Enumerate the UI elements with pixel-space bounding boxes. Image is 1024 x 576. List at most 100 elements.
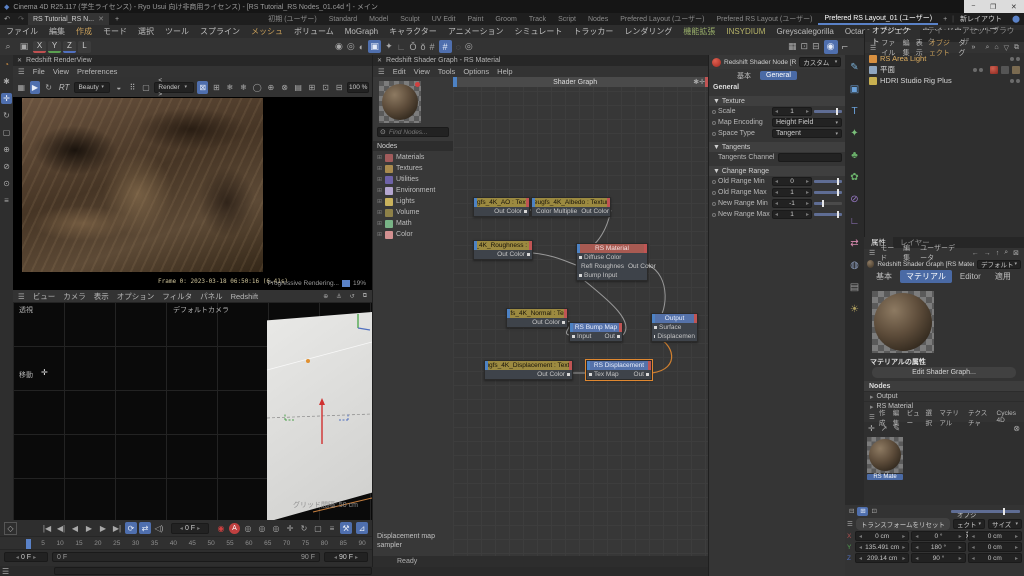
menu-item[interactable]: ボリューム	[294, 26, 334, 37]
node-rs-bump-map[interactable]: RS Bump Map InputOut	[569, 322, 623, 342]
category-textures[interactable]: ⊞Textures	[373, 163, 453, 174]
rot-z-field[interactable]: ◂90 °▸	[911, 553, 965, 563]
menu-item[interactable]: メッシュ	[251, 26, 283, 37]
pos-z-field[interactable]: ◂209.14 cm▸	[855, 553, 909, 563]
dither-icon[interactable]: ⠿	[127, 81, 138, 94]
layout-grid-icon[interactable]: ⊞	[857, 507, 868, 516]
sg-menu[interactable]: View	[414, 67, 430, 76]
key-mode-icon[interactable]: ⚒	[340, 522, 352, 534]
workplane-mode-icon[interactable]: ∟	[397, 42, 406, 52]
back-icon[interactable]: ←	[972, 250, 979, 257]
expand-icon[interactable]: ⊞	[377, 176, 382, 183]
menu-item[interactable]: シミュレート	[515, 26, 563, 37]
load-material-icon[interactable]: ↗	[881, 424, 888, 433]
pos-x-field[interactable]: ◂0 cm▸	[855, 531, 909, 541]
new-range-max-slider[interactable]	[814, 213, 842, 216]
camera-object-icon[interactable]: ▤	[848, 281, 861, 294]
in-port[interactable]	[572, 335, 575, 338]
viewport-anchor-icon[interactable]: ⚓	[336, 293, 341, 300]
layout-tab[interactable]: Model	[363, 16, 394, 23]
reset-transform-button[interactable]: トランスフォームをリセット	[856, 518, 950, 530]
command-input[interactable]	[54, 567, 372, 575]
material-preview-large[interactable]	[872, 291, 934, 353]
snapshot-icon[interactable]: ❄	[225, 81, 236, 94]
lock-y-icon[interactable]: ŏ	[421, 42, 426, 52]
node-rs-material[interactable]: RS Material Diffuse Color Refl RoughnesO…	[576, 243, 648, 281]
grid-overlay-icon[interactable]: ⊞	[211, 81, 222, 94]
graph-tab-label[interactable]: Shader Graph	[457, 79, 693, 86]
tab-am-material[interactable]: マテリアル	[900, 270, 952, 283]
playhead[interactable]	[26, 539, 31, 549]
out-port[interactable]	[567, 373, 570, 376]
in-port[interactable]	[589, 373, 592, 376]
layout-tab[interactable]: Nodes	[582, 16, 614, 23]
anim-dot[interactable]	[712, 110, 716, 114]
sg-menu[interactable]: Tools	[438, 67, 456, 76]
tab-am-assign[interactable]: 適用	[989, 270, 1017, 283]
coord-mode-dropdown[interactable]: オブジェクト(相対)▾	[953, 519, 985, 529]
prev-key-icon[interactable]: ◀|	[55, 522, 67, 534]
menu-item[interactable]: モード	[103, 26, 127, 37]
node-roughness-texture[interactable]: eugfs_4K_Roughness : Textur Out Color	[473, 240, 533, 260]
rv-menu-file[interactable]: File	[33, 67, 45, 76]
layout-tab-active[interactable]: Prefered RS Layout_01 (ユーザー)	[818, 13, 938, 25]
unpin-icon[interactable]: ✕	[17, 57, 22, 64]
home-icon[interactable]: ⌂	[994, 44, 998, 51]
material-name-label[interactable]: RS Mate	[867, 474, 903, 480]
phong-tag-icon[interactable]	[1001, 66, 1009, 74]
layout-tab[interactable]: 初期 (ユーザー)	[262, 14, 322, 24]
mode-texture-icon[interactable]: ◐	[359, 42, 364, 52]
delete-icon[interactable]: ⊗	[1013, 424, 1020, 433]
menu-item[interactable]: ファイル	[6, 26, 38, 37]
y-lock-icon[interactable]: ⊘	[1, 161, 12, 172]
new-range-max-field[interactable]: ◂1▸	[772, 210, 812, 219]
anim-dot[interactable]	[712, 213, 716, 217]
rot-x-field[interactable]: ◂0 °▸	[911, 531, 965, 541]
focus-picker-icon[interactable]: ⊕	[266, 81, 277, 94]
swap-icon[interactable]: ⇄	[848, 237, 861, 250]
shadergraph-canvas[interactable]: eugfs_4K_AO : Textur Out Color eugfs_4K_…	[453, 77, 709, 556]
tab-am-basic[interactable]: 基本	[870, 270, 898, 283]
out-port[interactable]	[527, 253, 530, 256]
expand-icon[interactable]: ⊞	[377, 209, 382, 216]
zoom-level[interactable]: 100 %	[347, 82, 369, 93]
minimize-button[interactable]: −	[971, 3, 975, 10]
mode-edges-icon[interactable]: ✦	[385, 41, 393, 52]
redshift-renderview-icon[interactable]: ◉	[824, 40, 838, 54]
fit-view-icon[interactable]: ⊗	[279, 81, 290, 94]
keyframe-diamond-icon[interactable]: ◇	[4, 522, 17, 535]
vp-menu[interactable]: パネル	[200, 291, 223, 302]
panel-detach-icon[interactable]: ⧉	[1014, 44, 1019, 52]
deformer-icon[interactable]: ⊘	[848, 193, 861, 206]
light-object-icon[interactable]: ☀	[848, 303, 861, 316]
om-menu[interactable]: オブジェクト	[929, 38, 953, 58]
category-color[interactable]: ⊞Color	[373, 229, 453, 240]
in-port[interactable]	[579, 256, 582, 259]
category-materials[interactable]: ⊞Materials	[373, 152, 453, 163]
start-ipr-icon[interactable]: ▶	[30, 81, 41, 94]
key-pla-icon[interactable]: ≡	[326, 522, 338, 534]
goto-end-icon[interactable]: ▶|	[111, 522, 123, 534]
camera-label[interactable]: デフォルトカメラ	[173, 305, 229, 315]
range-end-field[interactable]: ◂90 F▸	[324, 552, 368, 562]
undo-icon[interactable]: ↶	[0, 15, 14, 23]
texture-tag-icon[interactable]	[1012, 66, 1020, 74]
up-icon[interactable]: ↑	[996, 250, 1000, 257]
next-frame-icon[interactable]: ▶	[97, 522, 109, 534]
keyframe-selection-icon[interactable]: ◎	[242, 522, 254, 534]
ui-scale-slider[interactable]	[951, 510, 1020, 513]
layout-tab[interactable]: Track	[523, 16, 552, 23]
menu-item[interactable]: スプライン	[200, 26, 240, 37]
in-port[interactable]	[654, 335, 655, 338]
tangents-channel-field[interactable]	[778, 153, 842, 162]
out-port[interactable]	[617, 335, 620, 338]
sg-menu[interactable]: Options	[463, 67, 489, 76]
viewport-maximize-icon[interactable]: ⧉	[363, 293, 367, 300]
category-lights[interactable]: ⊞Lights	[373, 196, 453, 207]
layout-toggle[interactable]: ⬤	[1008, 15, 1024, 23]
layout-tab[interactable]: Groom	[489, 16, 522, 23]
lock-icon[interactable]: ⊠	[1013, 249, 1019, 257]
autokey-icon[interactable]: A	[229, 523, 240, 534]
mode-model-icon[interactable]: ◉	[335, 41, 343, 52]
close-button[interactable]: ✕	[1011, 3, 1017, 11]
